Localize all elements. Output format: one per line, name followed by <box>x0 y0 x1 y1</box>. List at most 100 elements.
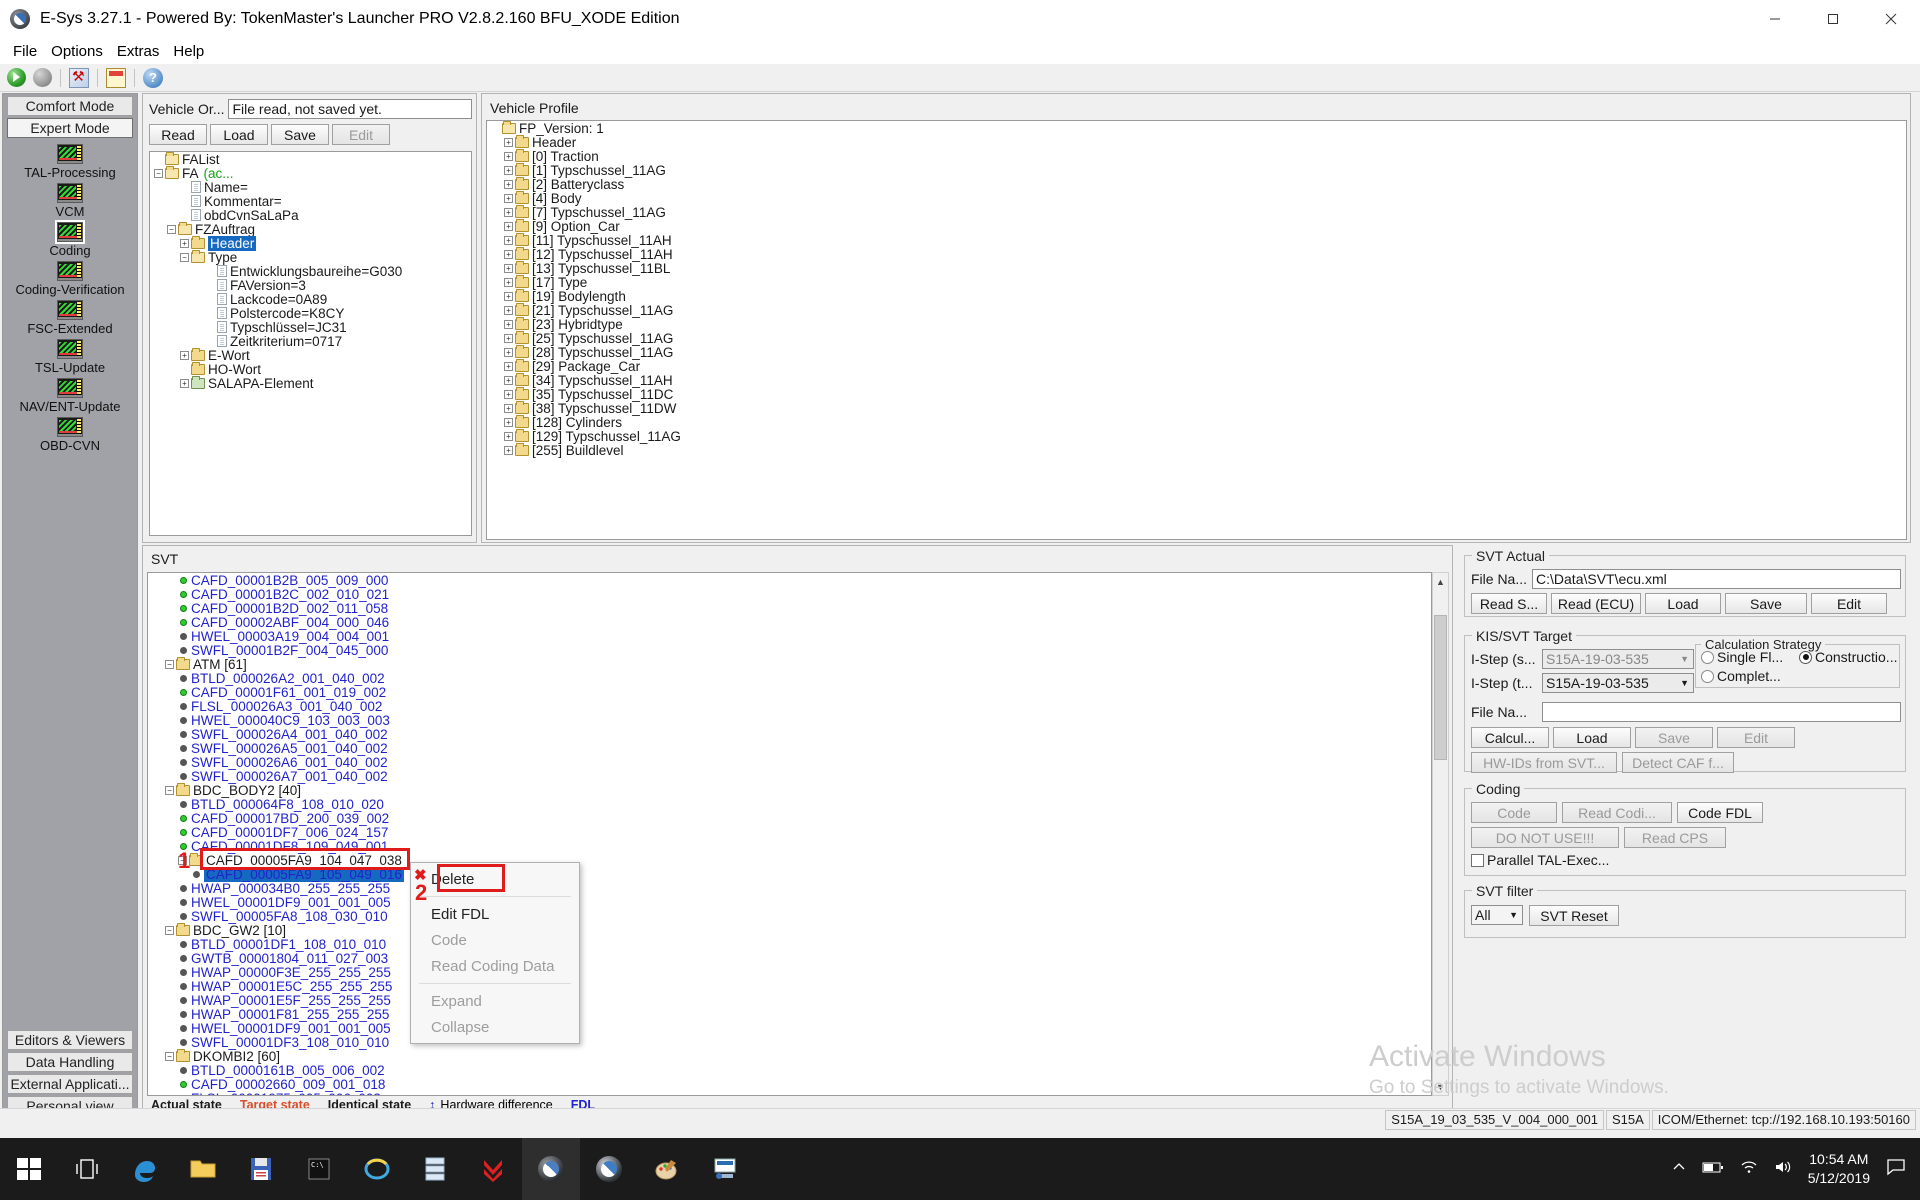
scroll-thumb[interactable] <box>1434 615 1447 760</box>
calculate-button[interactable]: Calcul... <box>1471 727 1549 748</box>
tree-row[interactable]: + [9] Option_Car <box>487 218 1906 234</box>
internet-explorer-icon[interactable] <box>348 1138 406 1200</box>
tree-row[interactable]: CAFD_00005FA9_105_049_016 <box>148 866 1431 882</box>
tree-node-label[interactable]: Type <box>208 250 237 265</box>
tree-row[interactable]: − FZAuftrag <box>150 221 471 237</box>
radio-construction[interactable]: Constructio... <box>1799 649 1897 665</box>
tree-node-label[interactable]: Kommentar= <box>204 194 282 209</box>
tree-node-label[interactable]: [9] Option_Car <box>532 219 620 234</box>
tree-row[interactable]: CAFD_00001B2B_005_009_000 <box>148 573 1431 588</box>
console-icon[interactable]: C:\ <box>290 1138 348 1200</box>
tree-row[interactable]: SWFL_000026A4_001_040_002 <box>148 727 1431 742</box>
tree-expander[interactable]: − <box>165 1051 174 1061</box>
tree-node-label[interactable]: SWFL_000026A5_001_040_002 <box>191 741 388 756</box>
tree-node-label[interactable]: BTLD_000064F8_108_010_020 <box>191 797 384 812</box>
presentation-icon[interactable] <box>696 1138 754 1200</box>
tree-node-label[interactable]: DKOMBI2 [60] <box>193 1049 280 1064</box>
file-explorer-icon[interactable] <box>174 1138 232 1200</box>
tree-node-label[interactable]: HWEL_000040C9_103_003_003 <box>191 713 390 728</box>
svt-reset-button[interactable]: SVT Reset <box>1529 905 1619 926</box>
network-icon[interactable] <box>1740 1160 1758 1179</box>
svt-tree[interactable]: CAFD_00001B2B_005_009_000 CAFD_00001B2C_0… <box>147 572 1432 1096</box>
tree-row[interactable]: + SALAPA-Element <box>150 375 471 391</box>
tree-expander[interactable]: + <box>504 291 513 301</box>
tree-row[interactable]: HWAP_00001E5C_255_255_255 <box>148 979 1431 994</box>
tree-expander[interactable]: + <box>504 179 513 189</box>
menu-file[interactable]: File <box>6 41 44 62</box>
tree-node-label[interactable]: CAFD_00001B2C_002_010_021 <box>191 587 389 602</box>
tree-row[interactable]: + [128] Cylinders <box>487 414 1906 430</box>
tree-expander[interactable]: + <box>180 378 189 388</box>
tree-node-label[interactable]: HO-Wort <box>208 362 261 377</box>
tree-row[interactable]: BTLD_000064F8_108_010_020 <box>148 797 1431 812</box>
tree-node-label[interactable]: [0] Traction <box>532 149 599 164</box>
edge-icon[interactable] <box>116 1138 174 1200</box>
tree-row[interactable]: CAFD_00001B2D_002_011_058 <box>148 601 1431 616</box>
tree-node-label[interactable]: CAFD_00001DF7_006_024_157 <box>191 825 388 840</box>
tree-row[interactable]: + [0] Traction <box>487 148 1906 164</box>
bmw-esys-icon[interactable] <box>522 1138 580 1200</box>
tree-expander[interactable]: + <box>504 347 513 357</box>
sidebar-item-tal-processing[interactable]: TAL-Processing <box>3 144 137 180</box>
tree-node-label[interactable]: FZAuftrag <box>195 222 255 237</box>
tree-node-label[interactable]: [25] Typschussel_11AG <box>532 331 673 346</box>
tree-node-label[interactable]: HWEL_00001DF9_001_001_005 <box>191 1021 391 1036</box>
data-handling-button[interactable]: Data Handling <box>7 1052 133 1072</box>
tree-expander[interactable]: + <box>504 333 513 343</box>
menu-extras[interactable]: Extras <box>110 41 167 62</box>
tree-row[interactable]: obdCvnSaLaPa <box>150 208 471 223</box>
tree-node-label[interactable]: CAFD_00002ABF_004_000_046 <box>191 615 389 630</box>
tree-node-label[interactable]: [129] Typschussel_11AG <box>532 429 681 444</box>
tree-node-label[interactable]: SALAPA-Element <box>208 376 314 391</box>
tree-row[interactable]: + E-Wort <box>150 347 471 363</box>
tree-node-label[interactable]: SWFL_000026A6_001_040_002 <box>191 755 388 770</box>
action-center-icon[interactable] <box>1886 1158 1906 1181</box>
tree-node-label[interactable]: Entwicklungsbaureihe=G030 <box>230 264 402 279</box>
battery-icon[interactable] <box>1702 1160 1724 1179</box>
tree-expander[interactable]: + <box>504 249 513 259</box>
tree-row[interactable]: SWFL_00001DF3_108_010_010 <box>148 1035 1431 1050</box>
vo-save-button[interactable]: Save <box>271 124 329 145</box>
tree-row[interactable]: + [34] Typschussel_11AH <box>487 372 1906 388</box>
tree-row[interactable]: + [23] Hybridtype <box>487 316 1906 332</box>
tree-node-label[interactable]: [17] Type <box>532 275 587 290</box>
sidebar-item-obd-cvn[interactable]: OBD-CVN <box>3 417 137 453</box>
tree-node-label[interactable]: HWAP_00001E5F_255_255_255 <box>191 993 391 1008</box>
sidebar-item-coding-verification[interactable]: Coding-Verification <box>3 261 137 297</box>
tree-row[interactable]: − FA (ac... <box>150 165 471 181</box>
tree-row[interactable]: HWEL_000040C9_103_003_003 <box>148 713 1431 728</box>
save-disk-icon[interactable] <box>232 1138 290 1200</box>
tree-node-label[interactable]: FLSL_000026A3_001_040_002 <box>191 699 382 714</box>
parallel-tal-exec-checkbox[interactable] <box>1471 853 1484 867</box>
document-icon[interactable] <box>105 67 127 89</box>
show-hidden-icons[interactable] <box>1672 1160 1686 1179</box>
tree-row[interactable]: SWFL_00001B2F_004_045_000 <box>148 643 1431 658</box>
tree-row[interactable]: SWFL_000026A5_001_040_002 <box>148 741 1431 756</box>
tree-row[interactable]: + [7] Typschussel_11AG <box>487 204 1906 220</box>
connect-icon[interactable] <box>5 67 27 89</box>
tree-node-label[interactable]: CAFD_00005FA9_105_049_016 <box>204 866 404 882</box>
tree-row[interactable]: GWTB_00001804_011_027_003 <box>148 951 1431 966</box>
tree-row[interactable]: HWAP_00001E5F_255_255_255 <box>148 993 1431 1008</box>
tree-node-label[interactable]: Zeitkriterium=0717 <box>230 334 342 349</box>
istep-target-select[interactable]: S15A-19-03-535 ▼ <box>1542 673 1694 693</box>
tree-expander[interactable]: + <box>504 235 513 245</box>
tree-row[interactable]: − CAFD_00005FA9_104_047_038 <box>148 852 1431 868</box>
disconnect-icon[interactable] <box>31 67 53 89</box>
tree-node-label[interactable]: CAFD_000017BD_200_039_002 <box>191 811 389 826</box>
task-view-icon[interactable] <box>58 1138 116 1200</box>
tree-node-label[interactable]: SWFL_00001DF3_108_010_010 <box>191 1035 389 1050</box>
tree-row[interactable]: SWFL_000026A6_001_040_002 <box>148 755 1431 770</box>
tree-expander[interactable]: + <box>504 277 513 287</box>
tree-expander[interactable]: + <box>180 238 189 248</box>
tree-row[interactable]: CAFD_00001DF8_109_049_001 <box>148 839 1431 854</box>
tree-row[interactable]: BTLD_00001DF1_108_010_010 <box>148 937 1431 952</box>
tree-row[interactable]: + [28] Typschussel_11AG <box>487 344 1906 360</box>
tree-node-label[interactable]: HWAP_00001E5C_255_255_255 <box>191 979 392 994</box>
tree-row[interactable]: BTLD_0000161B_005_006_002 <box>148 1063 1431 1078</box>
sidebar-item-nav-ent-update[interactable]: NAV/ENT-Update <box>3 378 137 414</box>
read-svt-button[interactable]: Read S... <box>1471 593 1547 614</box>
tree-row[interactable]: − BDC_GW2 [10] <box>148 922 1431 938</box>
tree-row[interactable]: HWAP_00000F3E_255_255_255 <box>148 965 1431 980</box>
tree-row[interactable]: HWAP_000034B0_255_255_255 <box>148 881 1431 896</box>
